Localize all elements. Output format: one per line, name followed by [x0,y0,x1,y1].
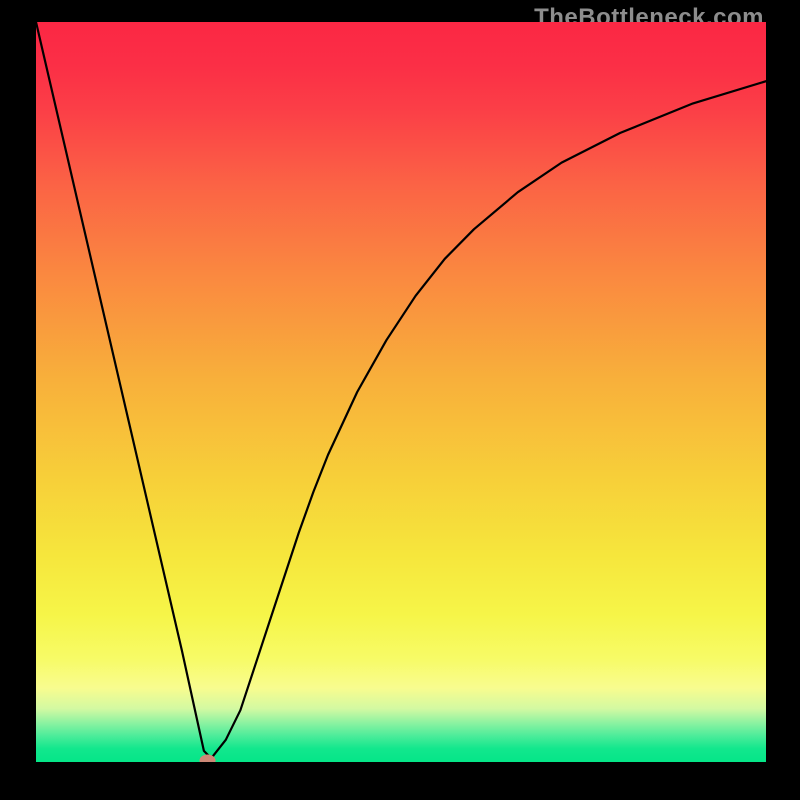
chart-background [36,22,766,762]
chart-svg [36,22,766,762]
plot-area [36,22,766,762]
chart-frame: TheBottleneck.com [0,0,800,800]
